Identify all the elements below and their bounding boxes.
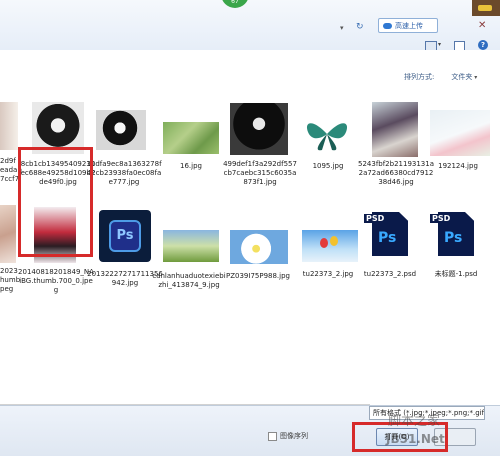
file-name[interactable]: tu22373_2.psd bbox=[352, 270, 428, 279]
file-name[interactable]: 1095.jpg bbox=[290, 162, 366, 171]
watermark-text: 脚本之家 bbox=[388, 414, 441, 429]
image-sequence-checkbox[interactable]: 图像序列 bbox=[268, 431, 308, 441]
refresh-icon[interactable]: ↻ bbox=[356, 22, 364, 32]
sort-label: 排列方式: bbox=[404, 73, 435, 81]
psd-label: PSD bbox=[430, 214, 453, 223]
balloon-art bbox=[320, 238, 328, 248]
checkbox-box[interactable] bbox=[268, 431, 277, 441]
selection-highlight bbox=[18, 147, 93, 257]
file-thumbnail[interactable] bbox=[302, 112, 352, 156]
partial-name: 7ccf7 bbox=[0, 175, 20, 183]
file-name[interactable]: 16.jpg bbox=[153, 162, 229, 171]
dialog-header: 67 ▾ ↻ 高速上传 ✕ ▾ ? bbox=[0, 0, 500, 51]
close-icon[interactable]: ✕ bbox=[478, 20, 486, 31]
file-thumbnail[interactable] bbox=[163, 230, 219, 262]
file-thumbnail[interactable] bbox=[430, 110, 490, 156]
balloon-art bbox=[330, 236, 338, 246]
file-thumbnail[interactable] bbox=[96, 110, 146, 150]
partial-name: 2023 bbox=[0, 267, 18, 275]
partial-thumbnail[interactable] bbox=[0, 102, 18, 150]
fast-upload-label: 高速上传 bbox=[395, 21, 423, 30]
psd-mark: Ps bbox=[444, 230, 463, 246]
partial-name: peg bbox=[0, 285, 14, 293]
file-name[interactable]: 192124.jpg bbox=[420, 162, 496, 171]
view-dropdown[interactable]: ▾ bbox=[438, 41, 441, 48]
butterfly-art bbox=[306, 123, 348, 151]
file-name[interactable]: 10dfa9ec8a1363278f42cb23938fa0ec08fae777… bbox=[86, 160, 162, 187]
psd-label: PSD bbox=[364, 214, 387, 223]
file-name[interactable]: 20140818201849_NAiBG.thumb.700_0.jpeg bbox=[18, 268, 94, 295]
cloud-icon bbox=[383, 22, 392, 29]
file-name[interactable]: 499def1f3a292df557cb7caebc315c6035a873f1… bbox=[222, 160, 298, 187]
photoshop-icon: Ps bbox=[109, 220, 141, 252]
help-icon[interactable]: ? bbox=[478, 40, 488, 50]
sort-dropdown[interactable]: 文件夹 bbox=[451, 72, 477, 82]
sort-bar: 排列方式: 文件夹 bbox=[404, 72, 477, 82]
file-thumbnail[interactable] bbox=[230, 103, 288, 155]
file-name[interactable]: canlanhuaduotexiebizhi_413874_9.jpg bbox=[151, 272, 227, 290]
image-sequence-label: 图像序列 bbox=[280, 432, 308, 440]
address-dropdown[interactable]: ▾ bbox=[340, 24, 344, 32]
file-thumbnail[interactable] bbox=[302, 230, 358, 262]
partial-thumbnail[interactable] bbox=[0, 205, 16, 263]
file-thumbnail[interactable]: Ps bbox=[99, 210, 151, 262]
psd-mark: Ps bbox=[378, 230, 397, 246]
file-thumbnail[interactable] bbox=[230, 230, 288, 264]
partial-name: 2d9f bbox=[0, 157, 16, 165]
file-thumbnail[interactable] bbox=[372, 102, 418, 157]
notification-badge: 67 bbox=[221, 0, 249, 8]
file-name[interactable]: PZ039I75P988.jpg bbox=[220, 272, 296, 281]
file-thumbnail[interactable] bbox=[163, 122, 219, 154]
watermark-url: JB51.Net bbox=[386, 432, 445, 446]
file-name[interactable]: 未标题-1.psd bbox=[418, 270, 494, 279]
fast-upload-button[interactable]: 高速上传 bbox=[378, 18, 438, 33]
file-thumbnail[interactable]: PSD Ps bbox=[362, 210, 418, 262]
corner-widget bbox=[472, 0, 500, 16]
file-thumbnail[interactable]: PSD Ps bbox=[428, 210, 484, 262]
